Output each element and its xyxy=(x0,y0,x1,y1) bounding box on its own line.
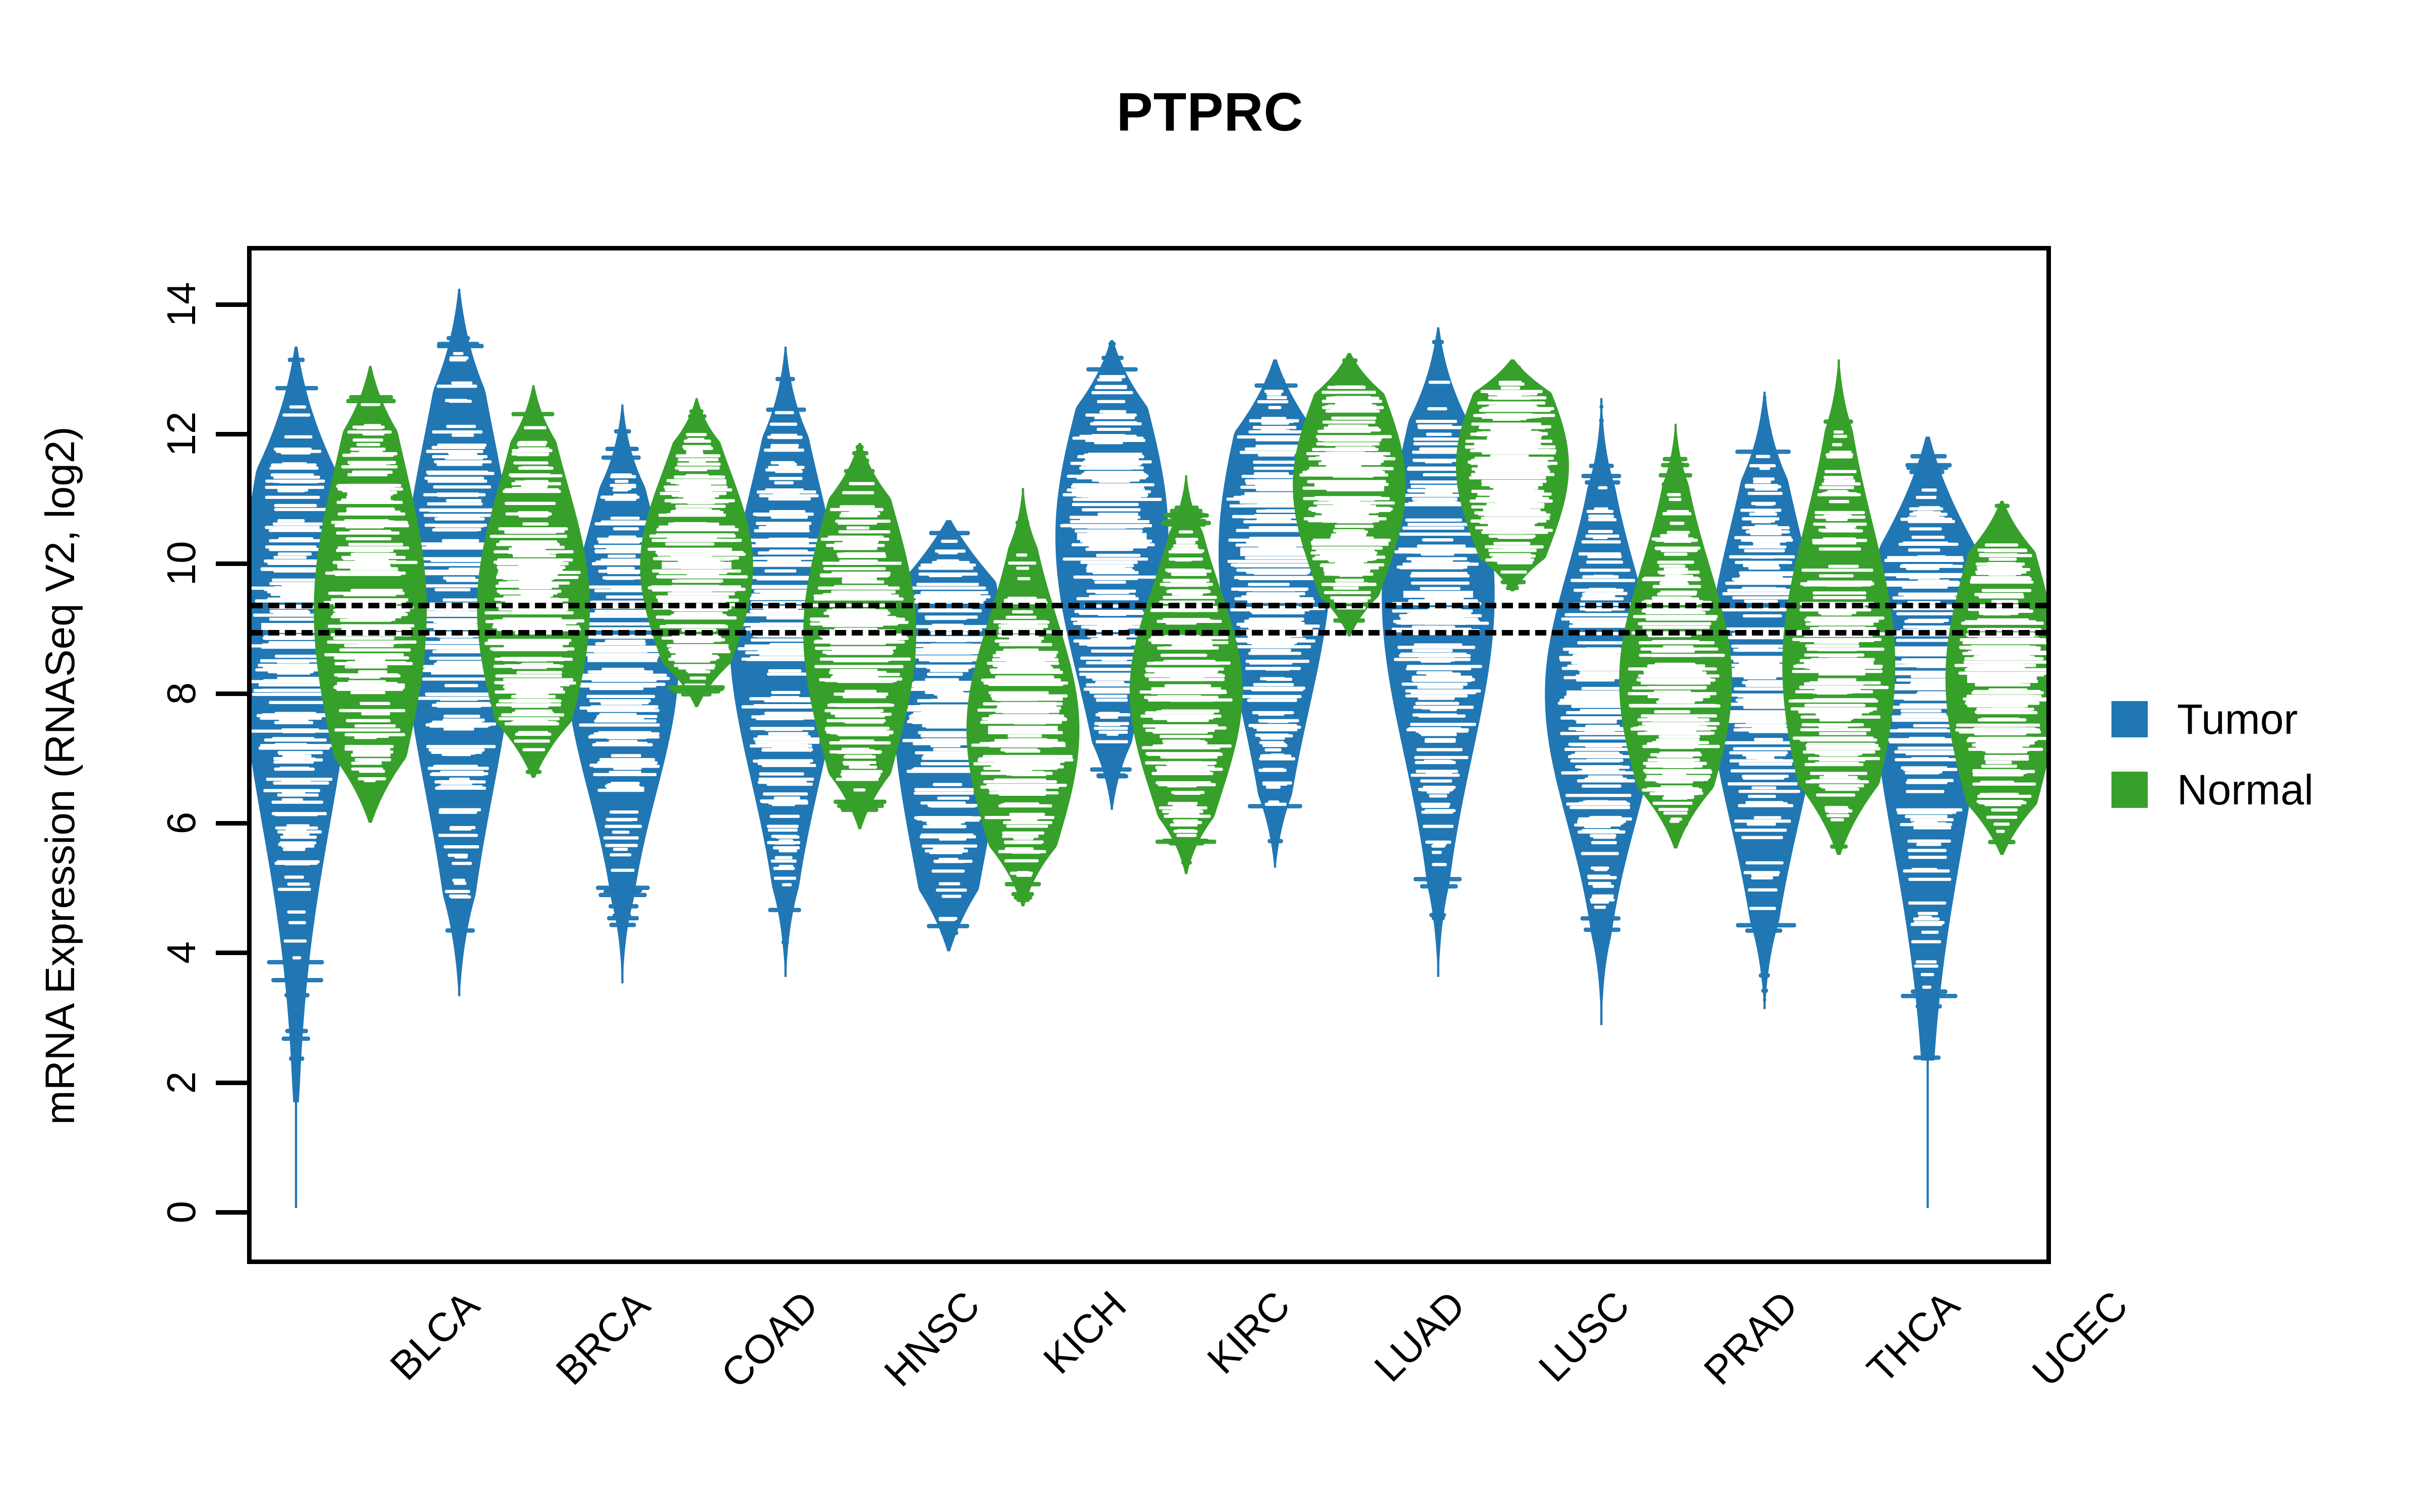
y-tick-mark xyxy=(216,1080,247,1085)
y-tick-label: 2 xyxy=(159,1071,204,1094)
reference-line xyxy=(252,629,2046,636)
x-tick-label-blca: BLCA xyxy=(381,1282,488,1389)
y-tick-mark xyxy=(216,691,247,696)
x-tick-label-prad: PRAD xyxy=(1695,1282,1806,1394)
reference-line xyxy=(252,602,2046,608)
plot-area xyxy=(252,250,2046,1259)
y-tick-label: 8 xyxy=(159,682,204,705)
legend-swatch-tumor xyxy=(2111,701,2148,737)
figure-canvas: PTPRC mRNA Expression (RNASeq V2, log2) … xyxy=(0,0,2420,1512)
legend-label-normal: Normal xyxy=(2177,766,2314,813)
page-title: PTPRC xyxy=(1116,81,1304,142)
y-tick-mark xyxy=(216,821,247,826)
y-tick-mark xyxy=(216,951,247,956)
legend-item-tumor[interactable]: Tumor xyxy=(2111,698,2314,740)
x-tick-label-ucec: UCEC xyxy=(2024,1282,2137,1395)
x-tick-label-kich: KICH xyxy=(1035,1282,1135,1382)
y-axis-title: mRNA Expression (RNASeq V2, log2) xyxy=(37,426,83,1125)
y-tick-mark xyxy=(216,302,247,307)
x-tick-label-hnsc: HNSC xyxy=(876,1282,989,1395)
legend-item-normal[interactable]: Normal xyxy=(2111,769,2314,811)
y-tick-label: 0 xyxy=(159,1201,204,1224)
y-tick-mark xyxy=(216,1210,247,1215)
y-tick-mark xyxy=(216,561,247,566)
legend-swatch-normal xyxy=(2111,772,2148,808)
legend: Tumor Normal xyxy=(2111,698,2314,811)
legend-label-tumor: Tumor xyxy=(2177,696,2298,743)
y-tick-label: 12 xyxy=(159,411,204,457)
violin-ucec-tumor xyxy=(1871,436,1984,1208)
y-tick-label: 4 xyxy=(159,941,204,964)
x-tick-label-lusc: LUSC xyxy=(1530,1282,1638,1391)
plot-frame xyxy=(247,246,2051,1264)
y-tick-label: 6 xyxy=(159,811,204,835)
x-tick-label-kirc: KIRC xyxy=(1198,1282,1299,1382)
x-tick-label-brca: BRCA xyxy=(547,1282,658,1394)
y-tick-label: 10 xyxy=(159,541,204,586)
y-tick-label: 14 xyxy=(159,282,204,327)
x-tick-label-luad: LUAD xyxy=(1366,1282,1474,1391)
y-tick-mark xyxy=(216,432,247,437)
x-tick-label-thca: THCA xyxy=(1858,1282,1968,1392)
x-tick-label-coad: COAD xyxy=(712,1282,827,1397)
violin-plot-svg xyxy=(252,288,2046,1208)
